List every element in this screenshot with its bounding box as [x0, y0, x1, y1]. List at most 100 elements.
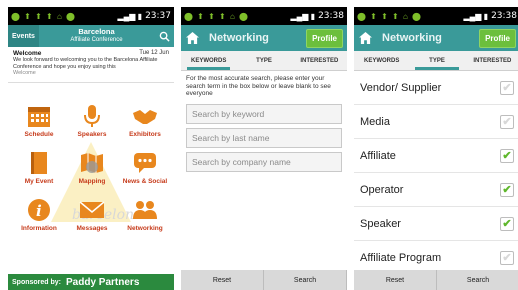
notification-icons: ⬤ ⬆ ⬆ ⬆ ⌂ ⬤	[357, 11, 422, 21]
chat-icon	[134, 153, 156, 173]
tab-keywords[interactable]: KEYWORDS	[354, 51, 409, 70]
calendar-icon	[28, 107, 50, 127]
type-checkbox[interactable]: ✔	[500, 182, 514, 197]
tab-interested[interactable]: INTERESTED	[292, 51, 347, 70]
schedule-tile[interactable]: Schedule	[11, 103, 67, 138]
notification-icons: ⬤ ⬆ ⬆ ⬆ ⌂ ⬤	[184, 11, 249, 21]
signal-icon: ▂▄▆ ▮	[117, 11, 143, 21]
signal-icon: ▂▄▆ ▮	[290, 11, 316, 21]
status-bar: ⬤ ⬆ ⬆ ⬆ ⌂ ⬤ ▂▄▆ ▮ 23:38	[181, 7, 347, 25]
welcome-title: Welcome	[13, 50, 42, 57]
welcome-more: Welcome	[13, 70, 36, 76]
type-label: Speaker	[360, 217, 401, 230]
networking-keywords-screen: ⬤ ⬆ ⬆ ⬆ ⌂ ⬤ ▂▄▆ ▮ 23:38 Networking Profi…	[181, 7, 347, 290]
networking-header: Networking Profile	[354, 25, 518, 51]
type-checkbox[interactable]: ✔	[500, 216, 514, 231]
type-row[interactable]: Media ✔	[354, 105, 518, 139]
messages-label: Messages	[76, 225, 108, 232]
last-name-input[interactable]: Search by last name	[186, 127, 342, 148]
notification-icons: ⬤ ⬆ ⬆ ⬆ ⌂ ⬤	[11, 11, 76, 21]
type-row[interactable]: Affiliate ✔	[354, 139, 518, 173]
type-label: Affiliate	[360, 149, 396, 162]
company-name-input[interactable]: Search by company name	[186, 151, 342, 172]
networking-label: Networking	[127, 225, 163, 232]
tab-bar: KEYWORDS TYPE INTERESTED	[181, 51, 347, 71]
reset-button[interactable]: Reset	[354, 270, 437, 290]
home-screen: ⬤ ⬆ ⬆ ⬆ ⌂ ⬤ ▂▄▆ ▮ 23:37 Events Barcelona…	[8, 7, 174, 290]
handshake-icon	[133, 110, 157, 124]
action-bar: Reset Search	[181, 270, 347, 290]
search-hint: For the most accurate search, please ent…	[186, 75, 331, 97]
type-label: Media	[360, 115, 390, 128]
sponsor-banner[interactable]: Sponsored by: Paddy Partners	[8, 274, 174, 290]
tab-type[interactable]: TYPE	[409, 51, 464, 70]
tab-interested[interactable]: INTERESTED	[465, 51, 518, 70]
information-tile[interactable]: i Information	[11, 197, 67, 232]
exhibitors-tile[interactable]: Exhibitors	[117, 103, 173, 138]
conference-title-line2: Affiliate Conference	[70, 37, 123, 43]
home-icon[interactable]	[181, 25, 203, 51]
reset-button[interactable]: Reset	[181, 270, 264, 290]
people-icon	[133, 201, 157, 219]
news-social-label: News & Social	[122, 178, 168, 185]
my-event-label: My Event	[24, 178, 54, 185]
my-event-tile[interactable]: My Event	[11, 150, 67, 185]
status-bar: ⬤ ⬆ ⬆ ⬆ ⌂ ⬤ ▂▄▆ ▮ 23:38	[354, 7, 518, 25]
search-icon[interactable]	[154, 31, 174, 42]
map-icon	[81, 153, 103, 173]
status-time: 23:38	[318, 11, 344, 21]
news-social-tile[interactable]: News & Social	[117, 150, 173, 185]
profile-button[interactable]: Profile	[479, 28, 516, 48]
page-title: Networking	[382, 32, 442, 44]
sponsor-name: Paddy Partners	[66, 276, 140, 288]
conference-title: Barcelona Affiliate Conference	[39, 28, 154, 44]
status-time: 23:37	[145, 11, 171, 21]
svg-text:i: i	[36, 202, 42, 220]
status-bar: ⬤ ⬆ ⬆ ⬆ ⌂ ⬤ ▂▄▆ ▮ 23:37	[8, 7, 174, 25]
networking-header: Networking Profile	[181, 25, 347, 51]
events-label: Events	[12, 32, 35, 40]
welcome-panel[interactable]: Welcome Tue 12 Jun We look forward to we…	[8, 47, 174, 83]
type-label: Vendor/ Supplier	[360, 81, 442, 94]
schedule-label: Schedule	[24, 131, 54, 138]
tab-bar: KEYWORDS TYPE INTERESTED	[354, 51, 518, 71]
type-checkbox[interactable]: ✔	[500, 250, 514, 265]
tab-keywords[interactable]: KEYWORDS	[181, 51, 236, 70]
home-header: Events Barcelona Affiliate Conference	[8, 25, 174, 47]
type-row[interactable]: Operator ✔	[354, 173, 518, 207]
sponsor-label: Sponsored by:	[12, 278, 62, 286]
keyword-input[interactable]: Search by keyword	[186, 103, 342, 124]
messages-tile[interactable]: Messages	[64, 197, 120, 232]
search-button[interactable]: Search	[437, 270, 518, 290]
tab-type[interactable]: TYPE	[236, 51, 291, 70]
type-label: Affiliate Program	[360, 251, 442, 264]
welcome-text: We look forward to welcoming you to the …	[13, 57, 158, 70]
type-label: Operator	[360, 183, 404, 196]
speakers-label: Speakers	[77, 131, 107, 138]
envelope-icon	[79, 201, 105, 218]
welcome-date: Tue 12 Jun	[139, 50, 169, 56]
info-icon: i	[28, 199, 50, 221]
networking-tile[interactable]: Networking	[117, 197, 173, 232]
search-button[interactable]: Search	[264, 270, 347, 290]
action-bar: Reset Search	[354, 270, 518, 290]
type-list: Vendor/ Supplier ✔ Media ✔ Affiliate ✔ Operato…	[354, 71, 518, 275]
status-time: 23:38	[491, 11, 517, 21]
type-checkbox[interactable]: ✔	[500, 80, 514, 95]
profile-button[interactable]: Profile	[306, 28, 343, 48]
type-row[interactable]: Speaker ✔	[354, 207, 518, 241]
home-icon[interactable]	[354, 25, 376, 51]
exhibitors-label: Exhibitors	[129, 131, 161, 138]
conference-title-line1: Barcelona	[78, 27, 115, 36]
page-title: Networking	[209, 32, 269, 44]
signal-icon: ▂▄▆ ▮	[463, 11, 489, 21]
type-checkbox[interactable]: ✔	[500, 148, 514, 163]
type-row[interactable]: Vendor/ Supplier ✔	[354, 71, 518, 105]
information-label: Information	[21, 225, 57, 232]
mapping-tile[interactable]: Mapping	[64, 150, 120, 185]
speakers-tile[interactable]: Speakers	[64, 103, 120, 138]
type-checkbox[interactable]: ✔	[500, 114, 514, 129]
mapping-label: Mapping	[78, 178, 106, 185]
events-button[interactable]: Events	[8, 25, 39, 47]
microphone-icon	[84, 105, 100, 127]
